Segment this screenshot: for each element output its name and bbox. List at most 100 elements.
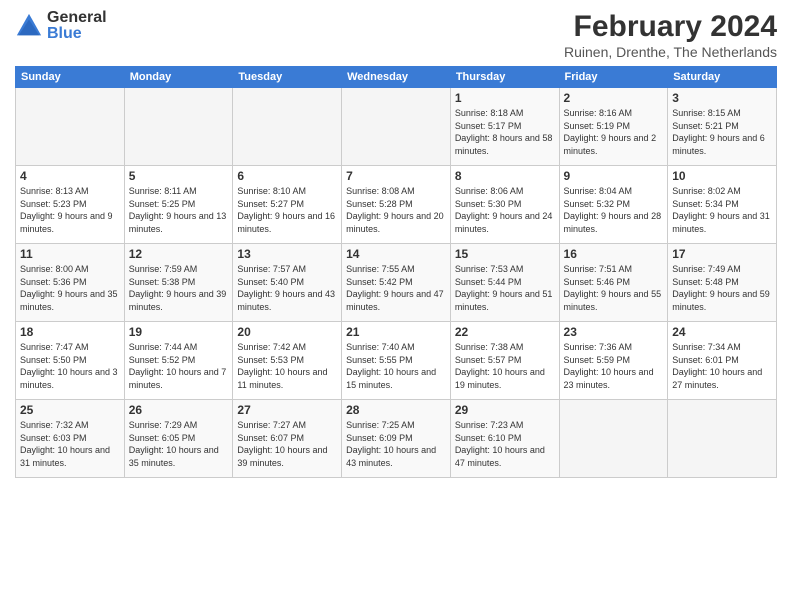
day-cell: 25 Sunrise: 7:32 AMSunset: 6:03 PMDayligh… — [16, 400, 125, 478]
logo-text: General Blue — [47, 10, 107, 42]
calendar-title: February 2024 — [564, 10, 777, 44]
day-number: 10 — [672, 169, 772, 183]
day-number: 23 — [564, 325, 664, 339]
logo-icon — [15, 12, 43, 40]
day-number: 9 — [564, 169, 664, 183]
day-number: 16 — [564, 247, 664, 261]
day-cell — [342, 88, 451, 166]
day-info: Sunrise: 7:47 AMSunset: 5:50 PMDaylight:… — [20, 341, 120, 391]
week-row-4: 25 Sunrise: 7:32 AMSunset: 6:03 PMDayligh… — [16, 400, 777, 478]
day-number: 27 — [237, 403, 337, 417]
day-info: Sunrise: 7:23 AMSunset: 6:10 PMDaylight:… — [455, 419, 555, 469]
day-info: Sunrise: 8:04 AMSunset: 5:32 PMDaylight:… — [564, 185, 664, 235]
day-number: 8 — [455, 169, 555, 183]
day-number: 19 — [129, 325, 229, 339]
day-info: Sunrise: 7:57 AMSunset: 5:40 PMDaylight:… — [237, 263, 337, 313]
day-cell: 12Sunrise: 7:59 AMSunset: 5:38 PMDayligh… — [124, 244, 233, 322]
day-info: Sunrise: 7:40 AMSunset: 5:55 PMDaylight:… — [346, 341, 446, 391]
day-cell: 22Sunrise: 7:38 AMSunset: 5:57 PMDayligh… — [450, 322, 559, 400]
day-cell: 13 Sunrise: 7:57 AMSunset: 5:40 PMDayligh… — [233, 244, 342, 322]
day-cell: 3Sunrise: 8:15 AMSunset: 5:21 PMDaylight… — [668, 88, 777, 166]
day-number: 11 — [20, 247, 120, 261]
day-info: Sunrise: 7:34 AMSunset: 6:01 PMDaylight:… — [672, 341, 772, 391]
day-info: Sunrise: 8:02 AMSunset: 5:34 PMDaylight:… — [672, 185, 772, 235]
title-block: February 2024 Ruinen, Drenthe, The Nethe… — [564, 10, 777, 60]
day-number: 26 — [129, 403, 229, 417]
calendar-table: SundayMondayTuesdayWednesdayThursdayFrid… — [15, 66, 777, 478]
day-cell: 21 Sunrise: 7:40 AMSunset: 5:55 PMDayligh… — [342, 322, 451, 400]
day-number: 4 — [20, 169, 120, 183]
day-cell: 2 Sunrise: 8:16 AMSunset: 5:19 PMDaylight… — [559, 88, 668, 166]
day-cell — [559, 400, 668, 478]
day-cell — [233, 88, 342, 166]
day-info: Sunrise: 7:38 AMSunset: 5:57 PMDaylight:… — [455, 341, 555, 391]
day-info: Sunrise: 8:13 AMSunset: 5:23 PMDaylight:… — [20, 185, 120, 235]
day-info: Sunrise: 8:18 AMSunset: 5:17 PMDaylight:… — [455, 107, 555, 157]
day-number: 2 — [564, 91, 664, 105]
day-info: Sunrise: 7:25 AMSunset: 6:09 PMDaylight:… — [346, 419, 446, 469]
day-number: 1 — [455, 91, 555, 105]
week-row-3: 18 Sunrise: 7:47 AMSunset: 5:50 PMDayligh… — [16, 322, 777, 400]
day-cell: 4 Sunrise: 8:13 AMSunset: 5:23 PMDaylight… — [16, 166, 125, 244]
day-cell: 29 Sunrise: 7:23 AMSunset: 6:10 PMDayligh… — [450, 400, 559, 478]
day-cell: 16 Sunrise: 7:51 AMSunset: 5:46 PMDayligh… — [559, 244, 668, 322]
day-number: 14 — [346, 247, 446, 261]
day-cell: 19 Sunrise: 7:44 AMSunset: 5:52 PMDayligh… — [124, 322, 233, 400]
day-cell — [668, 400, 777, 478]
header-cell-sunday: Sunday — [16, 67, 125, 88]
day-info: Sunrise: 7:29 AMSunset: 6:05 PMDaylight:… — [129, 419, 229, 469]
day-cell: 8 Sunrise: 8:06 AMSunset: 5:30 PMDaylight… — [450, 166, 559, 244]
day-cell: 23 Sunrise: 7:36 AMSunset: 5:59 PMDayligh… — [559, 322, 668, 400]
header-cell-monday: Monday — [124, 67, 233, 88]
day-info: Sunrise: 8:08 AMSunset: 5:28 PMDaylight:… — [346, 185, 446, 235]
day-info: Sunrise: 7:27 AMSunset: 6:07 PMDaylight:… — [237, 419, 337, 469]
day-cell: 9 Sunrise: 8:04 AMSunset: 5:32 PMDaylight… — [559, 166, 668, 244]
day-number: 5 — [129, 169, 229, 183]
logo-general: General — [47, 10, 107, 26]
day-number: 20 — [237, 325, 337, 339]
day-info: Sunrise: 7:51 AMSunset: 5:46 PMDaylight:… — [564, 263, 664, 313]
day-cell: 27 Sunrise: 7:27 AMSunset: 6:07 PMDayligh… — [233, 400, 342, 478]
header-cell-wednesday: Wednesday — [342, 67, 451, 88]
day-info: Sunrise: 7:36 AMSunset: 5:59 PMDaylight:… — [564, 341, 664, 391]
day-cell: 11 Sunrise: 8:00 AMSunset: 5:36 PMDayligh… — [16, 244, 125, 322]
day-info: Sunrise: 8:06 AMSunset: 5:30 PMDaylight:… — [455, 185, 555, 235]
day-cell — [124, 88, 233, 166]
day-number: 29 — [455, 403, 555, 417]
day-cell: 14Sunrise: 7:55 AMSunset: 5:42 PMDayligh… — [342, 244, 451, 322]
day-number: 13 — [237, 247, 337, 261]
day-cell: 20 Sunrise: 7:42 AMSunset: 5:53 PMDayligh… — [233, 322, 342, 400]
day-info: Sunrise: 7:53 AMSunset: 5:44 PMDaylight:… — [455, 263, 555, 313]
day-number: 12 — [129, 247, 229, 261]
day-info: Sunrise: 8:10 AMSunset: 5:27 PMDaylight:… — [237, 185, 337, 235]
day-cell: 26 Sunrise: 7:29 AMSunset: 6:05 PMDayligh… — [124, 400, 233, 478]
day-number: 15 — [455, 247, 555, 261]
day-cell: 17 Sunrise: 7:49 AMSunset: 5:48 PMDayligh… — [668, 244, 777, 322]
logo-blue: Blue — [47, 26, 107, 42]
day-info: Sunrise: 7:44 AMSunset: 5:52 PMDaylight:… — [129, 341, 229, 391]
day-info: Sunrise: 8:11 AMSunset: 5:25 PMDaylight:… — [129, 185, 229, 235]
day-info: Sunrise: 8:00 AMSunset: 5:36 PMDaylight:… — [20, 263, 120, 313]
week-row-0: 1 Sunrise: 8:18 AMSunset: 5:17 PMDaylight… — [16, 88, 777, 166]
day-info: Sunrise: 8:16 AMSunset: 5:19 PMDaylight:… — [564, 107, 664, 157]
day-number: 21 — [346, 325, 446, 339]
day-cell: 24 Sunrise: 7:34 AMSunset: 6:01 PMDayligh… — [668, 322, 777, 400]
day-number: 28 — [346, 403, 446, 417]
week-row-2: 11 Sunrise: 8:00 AMSunset: 5:36 PMDayligh… — [16, 244, 777, 322]
day-number: 6 — [237, 169, 337, 183]
day-cell: 15 Sunrise: 7:53 AMSunset: 5:44 PMDayligh… — [450, 244, 559, 322]
day-info: Sunrise: 7:32 AMSunset: 6:03 PMDaylight:… — [20, 419, 120, 469]
day-cell — [16, 88, 125, 166]
day-number: 24 — [672, 325, 772, 339]
day-cell: 6 Sunrise: 8:10 AMSunset: 5:27 PMDaylight… — [233, 166, 342, 244]
page: General Blue February 2024 Ruinen, Drent… — [0, 0, 792, 612]
day-number: 7 — [346, 169, 446, 183]
logo: General Blue — [15, 10, 107, 42]
day-info: Sunrise: 7:42 AMSunset: 5:53 PMDaylight:… — [237, 341, 337, 391]
day-info: Sunrise: 7:49 AMSunset: 5:48 PMDaylight:… — [672, 263, 772, 313]
day-cell: 5 Sunrise: 8:11 AMSunset: 5:25 PMDaylight… — [124, 166, 233, 244]
header-cell-friday: Friday — [559, 67, 668, 88]
day-number: 17 — [672, 247, 772, 261]
day-number: 25 — [20, 403, 120, 417]
day-number: 18 — [20, 325, 120, 339]
